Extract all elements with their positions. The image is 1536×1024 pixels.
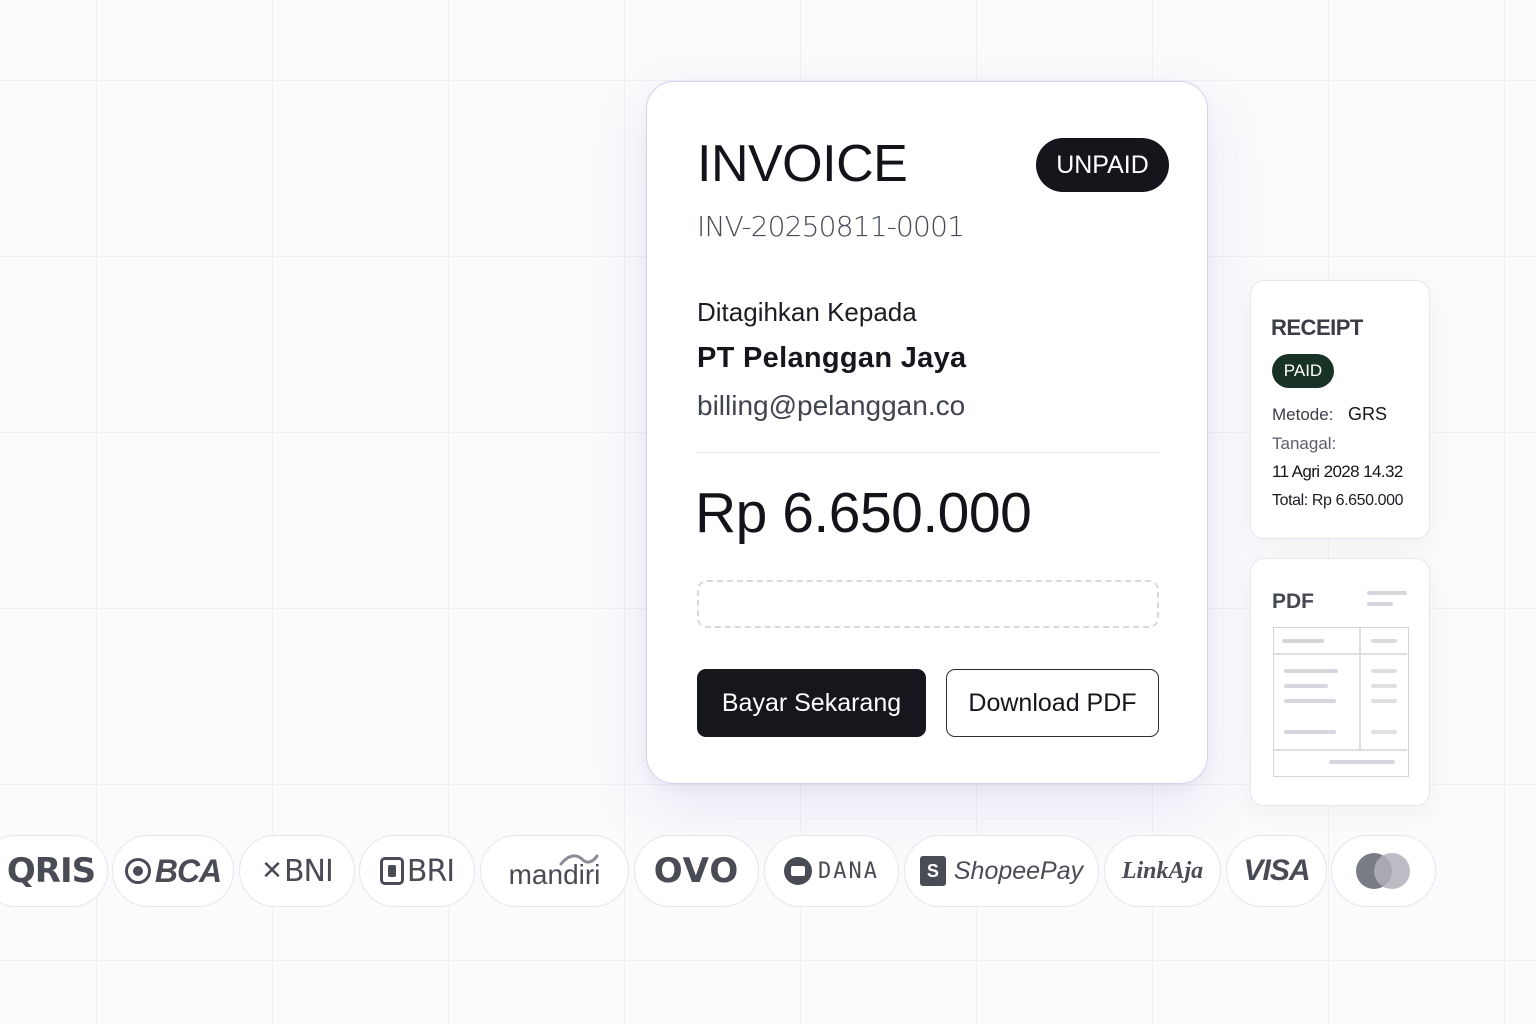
shopee-bag-icon: S xyxy=(919,856,946,886)
dana-logo-icon: DANA xyxy=(818,858,879,884)
visa-logo-icon: VISA xyxy=(1243,854,1310,887)
customer-name: PT Pelanggan Jaya xyxy=(697,342,967,374)
receipt-card: RECEIPT PAID Metode: GRS Tanagal: 11 Agr… xyxy=(1250,280,1430,539)
receipt-date-value: 11 Agri 2028 14.32 xyxy=(1272,462,1403,481)
bri-logo-icon: BRI xyxy=(406,853,455,889)
payment-method-dana[interactable]: DANA xyxy=(764,835,899,907)
payment-method-shopeepay[interactable]: S ShopeePay xyxy=(904,835,1099,907)
bni-logo-icon: BNI xyxy=(283,853,334,889)
payment-method-linkaja[interactable]: LinkAja xyxy=(1104,835,1221,907)
mandiri-wave-icon xyxy=(559,854,599,866)
invoice-title: INVOICE xyxy=(697,135,908,193)
linkaja-logo-icon: LinkAja xyxy=(1121,857,1204,884)
bca-emblem-icon xyxy=(124,858,151,884)
payment-method-bca[interactable]: BCA xyxy=(112,835,234,907)
payment-methods-strip: QRIS BCA ✕ BNI BRI mandiri OVO DANA S Sh… xyxy=(0,835,1536,907)
payment-method-bni[interactable]: ✕ BNI xyxy=(239,835,355,907)
billed-to-label: Ditagihkan Kepada xyxy=(697,297,917,327)
pdf-document-thumbnail xyxy=(1273,627,1409,777)
receipt-total: Total: Rp 6.650.000 xyxy=(1272,492,1404,509)
payment-method-visa[interactable]: VISA xyxy=(1226,835,1327,907)
mastercard-logo-icon xyxy=(1355,853,1410,889)
customer-email: billing@pelanggan.co xyxy=(697,390,966,421)
receipt-method-value: GRS xyxy=(1348,404,1388,424)
receipt-title: RECEIPT xyxy=(1271,315,1363,340)
bri-emblem-icon xyxy=(379,857,404,885)
bni-emblem-icon: ✕ xyxy=(261,856,283,886)
payment-method-qris[interactable]: QRIS xyxy=(0,835,108,907)
status-badge-paid: PAID xyxy=(1272,354,1334,388)
pay-now-button[interactable]: Bayar Sekarang xyxy=(697,669,926,737)
payment-method-mandiri[interactable]: mandiri xyxy=(480,835,629,907)
qris-logo-icon: QRIS xyxy=(6,851,96,891)
document-lines-icon xyxy=(1274,628,1407,764)
invoice-number: INV-20250811-0001 xyxy=(697,210,965,243)
pdf-preview-card[interactable]: PDF xyxy=(1250,558,1430,806)
invoice-card: INVOICE UNPAID INV-20250811-0001 Ditagih… xyxy=(646,81,1208,784)
payment-note-field[interactable] xyxy=(697,580,1159,628)
shopeepay-logo-icon: ShopeePay xyxy=(953,856,1084,885)
dana-emblem-icon xyxy=(784,857,812,885)
payment-method-mastercard[interactable] xyxy=(1331,835,1436,907)
pdf-header-lines xyxy=(1367,591,1407,613)
bca-logo-icon: BCA xyxy=(154,852,222,889)
ovo-logo-icon: OVO xyxy=(653,851,740,891)
payment-method-ovo[interactable]: OVO xyxy=(634,835,759,907)
invoice-amount: Rp 6.650.000 xyxy=(695,481,1032,545)
receipt-date-label: Tanagal: xyxy=(1272,434,1337,453)
receipt-method-label: Metode: xyxy=(1272,405,1334,424)
download-pdf-button[interactable]: Download PDF xyxy=(946,669,1159,737)
pdf-preview-title: PDF xyxy=(1272,590,1314,613)
payment-method-bri[interactable]: BRI xyxy=(359,835,475,907)
status-badge-unpaid: UNPAID xyxy=(1036,138,1169,192)
divider xyxy=(697,452,1159,453)
